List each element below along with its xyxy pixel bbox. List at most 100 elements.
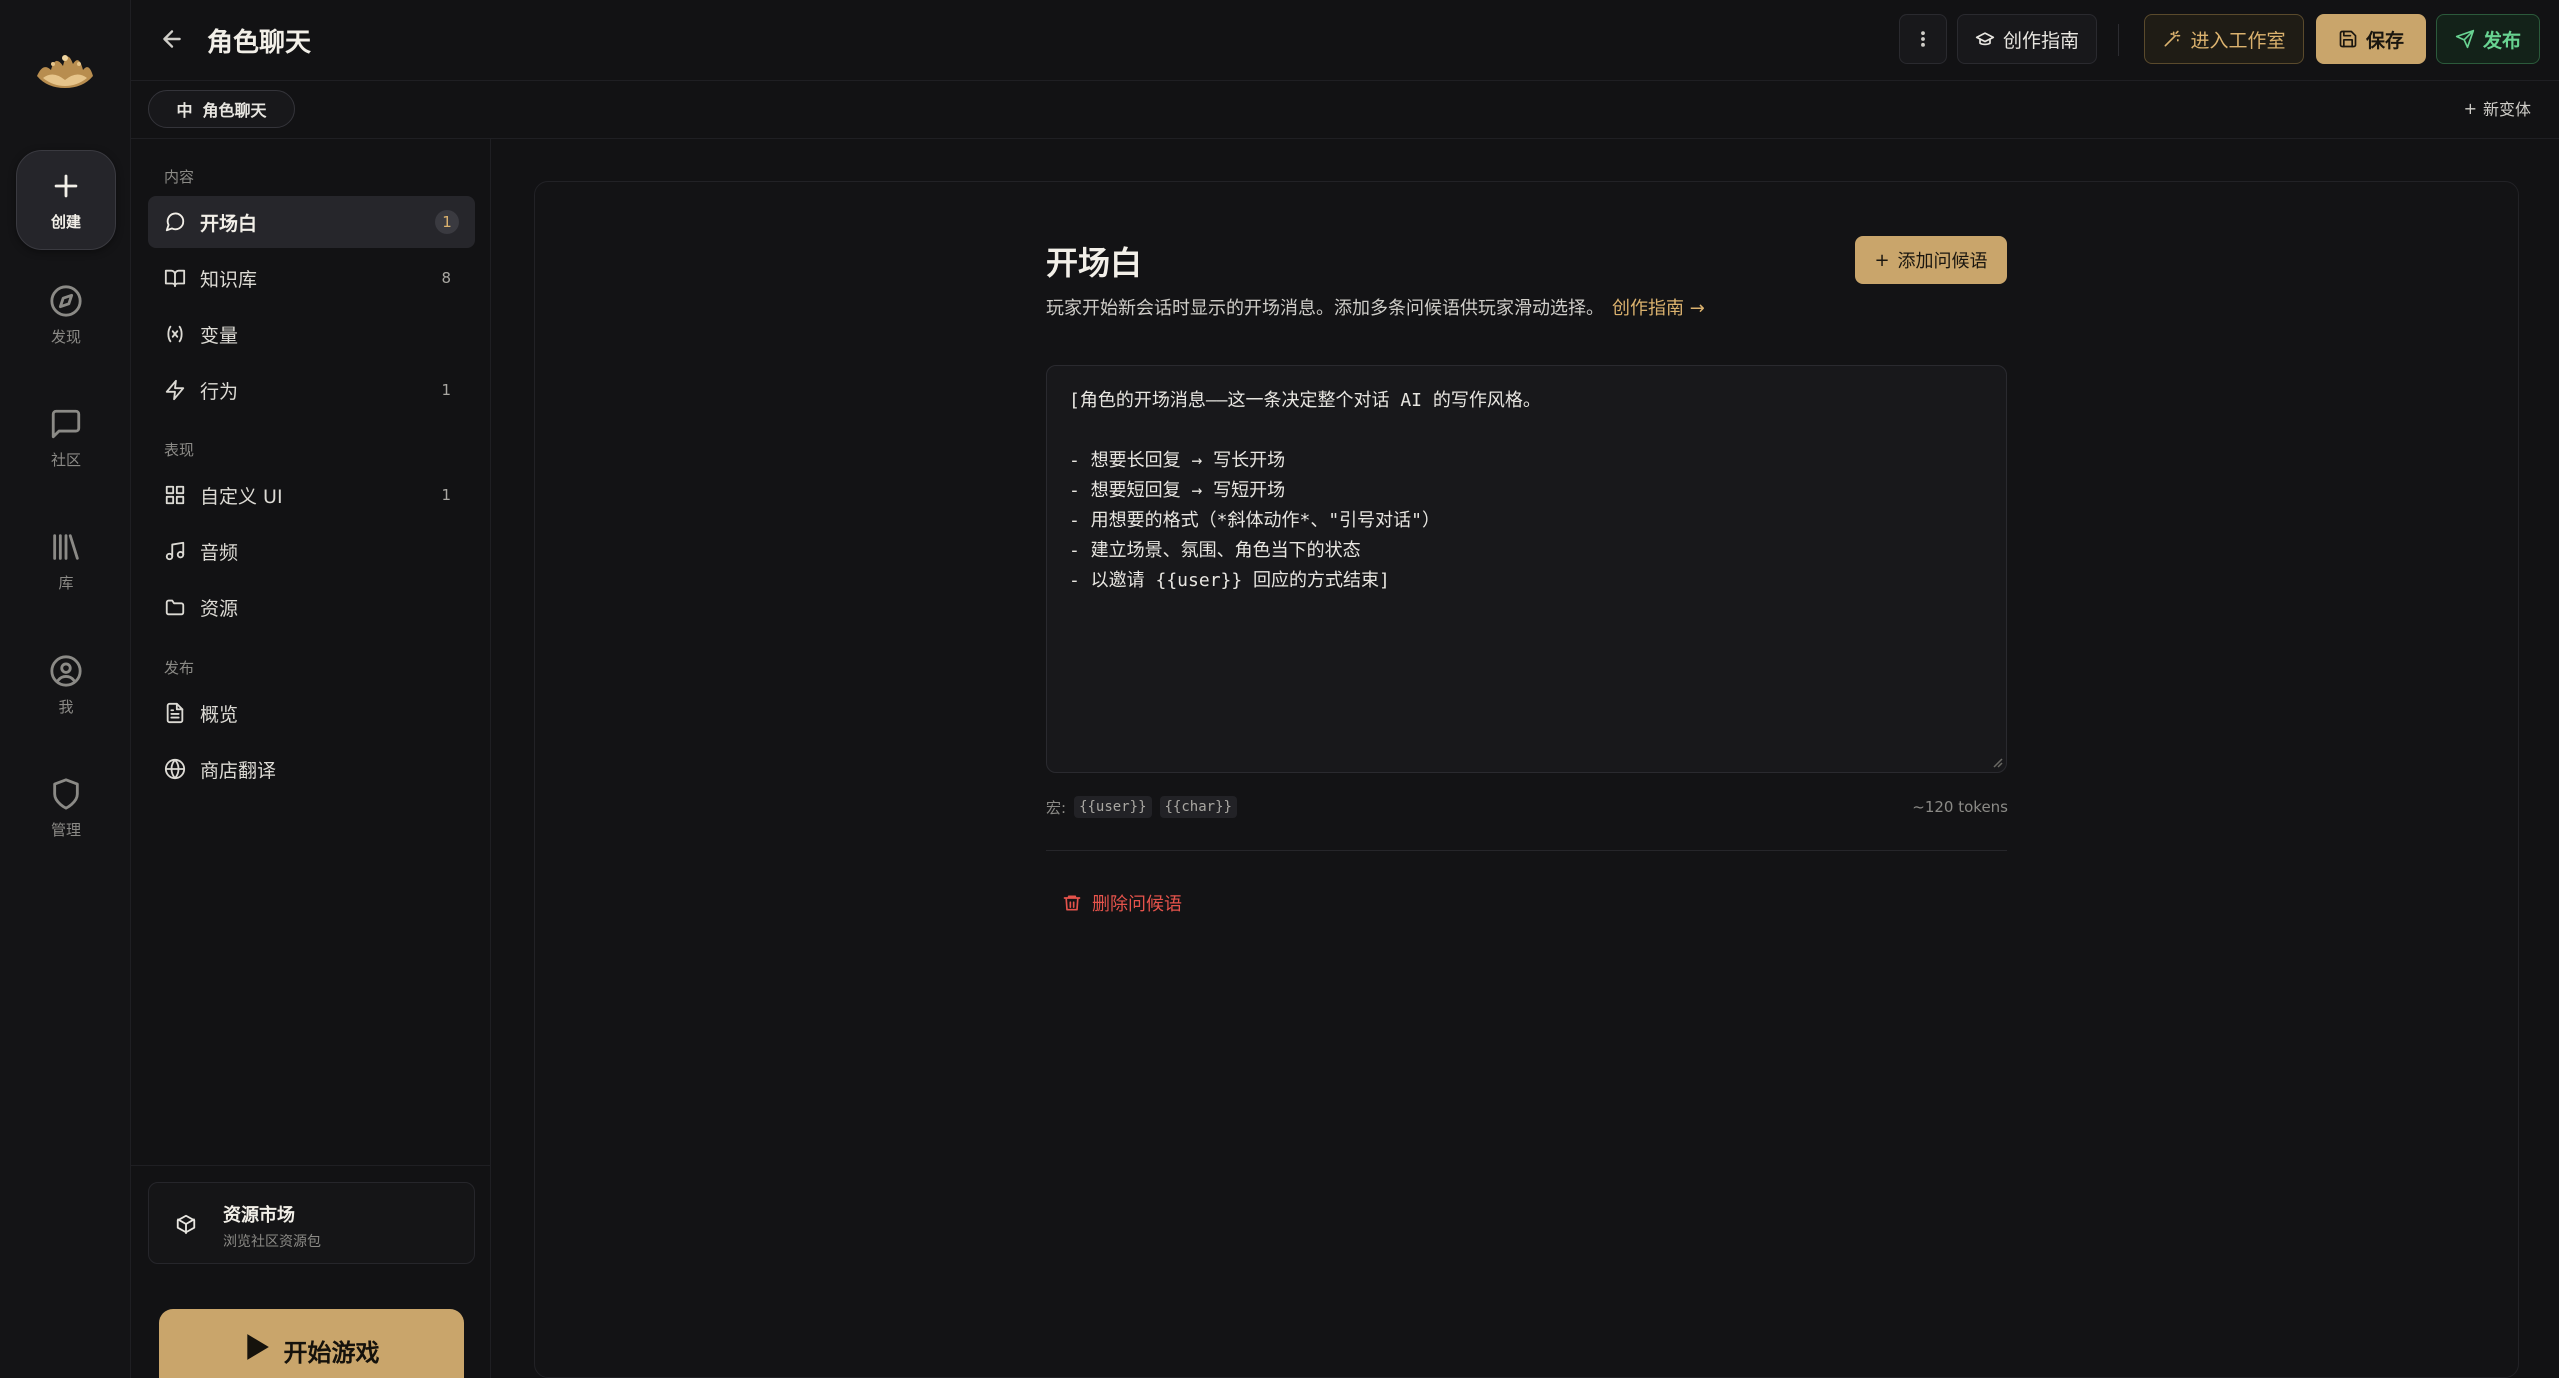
new-variant-label: 新变体 <box>2482 100 2531 119</box>
sidebar-item-label: 商店翻译 <box>200 759 277 782</box>
rail-library[interactable]: 库 <box>16 511 116 611</box>
sidebar-item-label: 变量 <box>200 324 239 347</box>
save-label: 保存 <box>2365 29 2404 52</box>
arrow-left-icon <box>163 30 181 48</box>
variant-bar: 中 角色聊天 + 新变体 <box>131 81 2559 139</box>
asset-market-subtitle: 浏览社区资源包 <box>223 1234 321 1250</box>
globe-icon <box>164 758 186 780</box>
sidebar-item-count: 1 <box>435 210 459 234</box>
header-divider <box>2118 24 2119 56</box>
book-open-icon <box>164 269 186 288</box>
delete-greeting-label: 删除问候语 <box>1092 894 1182 915</box>
sidebar-item-label: 行为 <box>200 380 239 403</box>
macro-chip-user[interactable]: {{user}} <box>1074 796 1152 818</box>
section-label-publish: 发布 <box>164 659 195 677</box>
main-panel <box>534 181 2519 1378</box>
greeting-editor[interactable]: [角色的开场消息——这一条决定整个对话 AI 的写作风格。 - 想要长回复 → … <box>1046 365 2007 773</box>
sidebar-item-greetings[interactable]: 开场白 1 <box>148 196 475 248</box>
music-icon <box>165 541 185 561</box>
macro-row: 宏: {{user}} {{char}} <box>1046 796 1237 818</box>
chat-bubble-icon <box>51 409 81 438</box>
rail-library-label: 库 <box>58 573 74 592</box>
add-greeting-button[interactable]: + 添加问候语 <box>1855 236 2007 284</box>
enter-studio-button[interactable]: 进入工作室 <box>2144 14 2304 64</box>
sidebar-item-knowledge[interactable]: 知识库 8 <box>148 252 475 304</box>
plus-icon: + <box>2463 98 2477 118</box>
variant-language-badge: 中 <box>176 101 193 120</box>
rail-discover[interactable]: 发现 <box>16 265 116 365</box>
save-button[interactable]: 保存 <box>2316 14 2426 64</box>
app-logo[interactable] <box>33 40 97 96</box>
message-circle-icon <box>165 212 185 232</box>
sidebar-item-count: 8 <box>441 269 451 287</box>
sidebar-item-label: 开场白 <box>200 212 258 235</box>
lightning-icon <box>165 379 185 401</box>
main-divider <box>1046 850 2007 851</box>
add-greeting-label: 添加问候语 <box>1897 251 1988 272</box>
sidebar-item-store-translation[interactable]: 商店翻译 <box>148 743 475 795</box>
new-variant-button[interactable]: + 新变体 <box>2464 96 2531 120</box>
magic-wand-icon <box>2164 30 2181 47</box>
sidebar-item-label: 知识库 <box>200 268 258 291</box>
shield-icon <box>53 777 79 810</box>
sidebar-item-count: 1 <box>441 381 451 399</box>
rail-me[interactable]: 我 <box>16 635 116 735</box>
save-icon <box>2339 30 2357 48</box>
page-title: 角色聊天 <box>207 28 312 58</box>
asset-market-card[interactable]: 资源市场 浏览社区资源包 <box>148 1182 475 1264</box>
section-label-presentation: 表现 <box>164 441 195 459</box>
creation-guide-button[interactable]: 创作指南 <box>1957 14 2097 64</box>
editor-sidebar: 内容 开场白 1 知识库 8 变量 行为 1 表现 自定义 UI 1 音频 资源… <box>131 139 491 1378</box>
sidebar-item-label: 自定义 UI <box>200 485 283 508</box>
icon-rail: 创建 发现 社区 库 我 管理 <box>0 0 131 1378</box>
rail-me-label: 我 <box>58 697 74 716</box>
publish-button[interactable]: 发布 <box>2436 14 2540 64</box>
macro-chip-char[interactable]: {{char}} <box>1159 796 1237 818</box>
publish-label: 发布 <box>2482 29 2521 52</box>
rail-community[interactable]: 社区 <box>16 388 116 488</box>
variable-icon <box>167 325 183 343</box>
start-game-label: 开始游戏 <box>283 1339 380 1367</box>
sidebar-item-overview[interactable]: 概览 <box>148 687 475 739</box>
folder-icon <box>165 599 185 616</box>
section-title: 开场白 <box>1046 244 1143 282</box>
file-text-icon <box>166 702 184 724</box>
section-description: 玩家开始新会话时显示的开场消息。添加多条问候语供玩家滑动选择。 创作指南 → <box>1046 294 1705 320</box>
enter-studio-label: 进入工作室 <box>2190 29 2286 52</box>
rail-admin[interactable]: 管理 <box>16 758 116 858</box>
user-circle-icon <box>50 654 82 687</box>
creation-guide-label: 创作指南 <box>2002 29 2079 52</box>
more-vertical-icon <box>1921 31 1925 47</box>
sidebar-item-variables[interactable]: 变量 <box>148 308 475 360</box>
delete-greeting-button[interactable]: 删除问候语 <box>1062 890 1182 916</box>
token-count: ~120 tokens <box>1912 798 2008 816</box>
more-menu-button[interactable] <box>1899 14 1947 64</box>
sidebar-item-label: 资源 <box>200 597 239 620</box>
resize-handle-icon[interactable] <box>1991 756 2003 768</box>
rail-create[interactable]: 创建 <box>16 150 116 250</box>
compass-icon <box>50 284 82 317</box>
section-description-text: 玩家开始新会话时显示的开场消息。添加多条问候语供玩家滑动选择。 <box>1046 298 1604 319</box>
app-root: 创建 发现 社区 库 我 管理 角色聊天 创作指南 进入工作室 保存 发布 中 … <box>0 0 2559 1378</box>
top-header: 角色聊天 创作指南 进入工作室 保存 发布 <box>131 0 2559 81</box>
back-button[interactable] <box>159 26 187 54</box>
rail-admin-label: 管理 <box>50 820 81 839</box>
asset-market-title: 资源市场 <box>223 1205 295 1226</box>
sidebar-item-label: 音频 <box>200 541 239 564</box>
sidebar-item-audio[interactable]: 音频 <box>148 525 475 577</box>
rail-discover-label: 发现 <box>50 327 81 346</box>
trash-icon <box>1063 895 1081 911</box>
sidebar-item-custom-ui[interactable]: 自定义 UI 1 <box>148 469 475 521</box>
rail-community-label: 社区 <box>50 450 81 469</box>
creation-guide-link[interactable]: 创作指南 → <box>1612 298 1705 319</box>
variant-chip[interactable]: 中 角色聊天 <box>148 90 295 128</box>
sidebar-item-behavior[interactable]: 行为 1 <box>148 364 475 416</box>
plus-icon <box>54 174 78 197</box>
sidebar-item-assets[interactable]: 资源 <box>148 581 475 633</box>
sidebar-item-label: 概览 <box>200 703 239 726</box>
section-label-content: 内容 <box>164 168 195 186</box>
start-game-button[interactable]: 开始游戏 <box>159 1309 464 1378</box>
play-icon <box>246 1334 269 1360</box>
library-icon <box>53 533 79 560</box>
sidebar-item-count: 1 <box>441 486 451 504</box>
